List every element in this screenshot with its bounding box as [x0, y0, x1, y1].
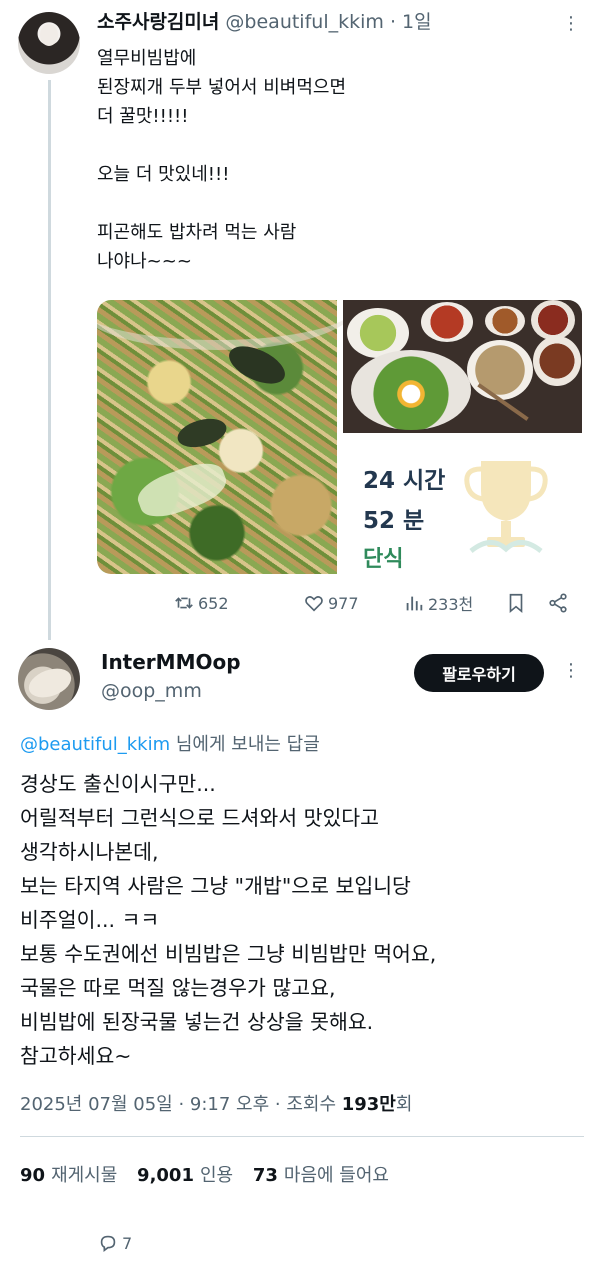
- follow-button[interactable]: 팔로우하기: [414, 654, 544, 692]
- quotes-number: 9,001: [137, 1165, 194, 1186]
- tweet-text-line: 오늘 더 맛있네!!!: [97, 164, 230, 185]
- bookmark-icon: [509, 593, 523, 614]
- bibimbap-photo[interactable]: [97, 300, 357, 574]
- side-dish-plate: [485, 306, 525, 336]
- tweet-text: 경상도 출신이시구만... 어릴적부터 그런식으로 드셔와서 맛있다고 생각하시…: [20, 767, 590, 1073]
- reply-button[interactable]: 7: [97, 1228, 600, 1258]
- tweet-text-line: 나야나~~~: [97, 251, 192, 272]
- views-total: 193만: [341, 1094, 396, 1115]
- bookmark-button[interactable]: [505, 588, 530, 618]
- share-button[interactable]: [547, 588, 572, 618]
- tweet-actions: 7 652 977 233천: [97, 588, 577, 1253]
- likes-label: 마음에 들어요: [283, 1165, 389, 1186]
- fasting-label: 단식: [363, 547, 404, 572]
- replying-to-label: 님에게 보내는 답글: [170, 734, 320, 755]
- tweet-text: 열무비빔밥에 된장찌개 두부 넣어서 비벼먹으면 더 꿀맛!!!!! 오늘 더 …: [97, 44, 577, 276]
- avatar[interactable]: [18, 648, 80, 710]
- retweet-count: 652: [198, 593, 229, 613]
- original-tweet[interactable]: 소주사랑김미녀 @beautiful_kkim · 1일 ⋮ 열무비빔밥에 된장…: [0, 0, 600, 1253]
- tweet-text-line: 참고하세요~: [20, 1044, 132, 1068]
- side-dish-plate: [421, 302, 473, 342]
- retweets-number: 90: [20, 1165, 46, 1186]
- tweet-text-line: 피곤해도 밥차려 먹는 사람: [97, 222, 297, 243]
- avatar[interactable]: [18, 12, 80, 74]
- tweet-text-line: 생각하시나본데,: [20, 840, 159, 864]
- bibimbap-bowl: [351, 350, 471, 430]
- mention-link[interactable]: @beautiful_kkim: [20, 734, 170, 755]
- table-spread-photo[interactable]: [343, 300, 582, 433]
- reply-count: 7: [122, 1233, 133, 1253]
- retweet-button[interactable]: 652: [173, 588, 229, 618]
- tweet-text-line: 보는 타지역 사람은 그냥 "개밥"으로 보입니당: [20, 874, 411, 898]
- views-count: 233천: [428, 595, 474, 614]
- user-handle[interactable]: @oop_mm: [101, 680, 202, 702]
- tweet-header: 소주사랑김미녀 @beautiful_kkim · 1일: [97, 10, 432, 34]
- tweet-time[interactable]: 1일: [402, 11, 432, 33]
- like-count: 977: [328, 593, 359, 613]
- trophy-icon: [464, 461, 548, 553]
- display-name[interactable]: 소주사랑김미녀: [97, 11, 219, 33]
- likes-stat[interactable]: 73 마음에 들어요: [253, 1165, 389, 1186]
- avatar-face: [40, 24, 58, 46]
- thread-connector-line: [48, 80, 51, 640]
- tweet-text-line: 열무비빔밥에: [97, 48, 197, 69]
- retweet-icon: [175, 597, 193, 609]
- side-dish-plate: [531, 300, 575, 340]
- tweet-meta: 2025년 07월 05일 · 9:17 오후 · 조회수 193만회: [20, 1090, 412, 1116]
- bar-chart-icon: [406, 596, 423, 611]
- retweets-stat[interactable]: 90 재게시물: [20, 1165, 117, 1186]
- user-handle[interactable]: @beautiful_kkim: [225, 11, 383, 33]
- display-name[interactable]: InterMMOop: [101, 650, 241, 674]
- header-separator: ·: [389, 11, 396, 33]
- heart-icon: [305, 596, 323, 612]
- quotes-label: 인용: [199, 1165, 234, 1186]
- more-dots-icon[interactable]: ⋮: [560, 14, 582, 34]
- likes-number: 73: [252, 1165, 278, 1186]
- fasting-minutes: 52 분: [363, 508, 425, 534]
- views-suffix: 회: [395, 1094, 413, 1115]
- views-button[interactable]: 233천: [403, 588, 473, 618]
- fasting-card-image[interactable]: 24 시간 52 분 단식: [343, 439, 582, 574]
- tweet-text-line: 어릴적부터 그런식으로 드셔와서 맛있다고: [20, 806, 380, 830]
- avatar-cat: [24, 663, 76, 703]
- tweet-text-line: 더 꿀맛!!!!!: [97, 106, 189, 127]
- tweet-text-line: 비빔밥에 된장국물 넣는건 상상을 못해요.: [20, 1010, 374, 1034]
- tweet-text-line: 비주얼이... ㅋㅋ: [20, 908, 160, 932]
- tweet-text-line: 된장찌개 두부 넣어서 비벼먹으면: [97, 77, 347, 98]
- tweet-text-line: 보통 수도권에선 비빔밥은 그냥 비빔밥만 먹어요,: [20, 942, 437, 966]
- tofu-piece: [132, 455, 232, 525]
- retweets-label: 재게시물: [51, 1165, 118, 1186]
- divider: [20, 1136, 584, 1137]
- fasting-hours: 24 시간: [363, 468, 446, 494]
- share-icon: [549, 593, 567, 613]
- engagement-counts: 90 재게시물 9,001 인용 73 마음에 들어요: [20, 1161, 403, 1187]
- like-button[interactable]: 977: [303, 588, 359, 618]
- replying-to: @beautiful_kkim 님에게 보내는 답글: [20, 730, 320, 756]
- more-dots-icon[interactable]: ⋮: [560, 660, 582, 682]
- media-grid: 24 시간 52 분 단식: [97, 300, 582, 574]
- side-dish-plate: [533, 336, 581, 386]
- bowl-rim: [97, 300, 357, 350]
- quotes-stat[interactable]: 9,001 인용: [137, 1165, 233, 1186]
- soup-bowl: [467, 340, 533, 400]
- tweet-text-line: 경상도 출신이시구만...: [20, 772, 216, 796]
- reply-icon: [100, 1235, 116, 1252]
- tweet-text-line: 국물은 따로 먹질 않는경우가 많고요,: [20, 976, 336, 1000]
- timestamp[interactable]: 2025년 07월 05일 · 9:17 오후 · 조회수: [20, 1094, 342, 1115]
- seaweed-piece: [174, 413, 230, 453]
